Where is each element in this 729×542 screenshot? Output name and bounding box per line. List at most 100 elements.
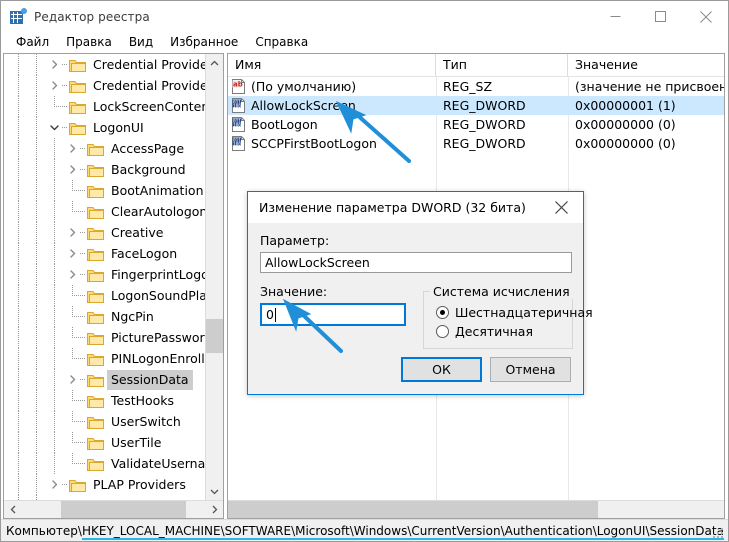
column-header-name[interactable]: Имя	[228, 54, 436, 76]
tree-node-picturepassword[interactable]: PicturePassword	[4, 327, 205, 348]
tree-node-background[interactable]: Background	[4, 159, 205, 180]
tree-node-label: Credential Providers	[89, 76, 205, 96]
menu-view[interactable]: Вид	[121, 33, 162, 52]
param-name-input[interactable]: AllowLockScreen	[260, 252, 572, 273]
folder-icon	[87, 331, 104, 345]
tree-node-clearautologon[interactable]: ClearAutologon	[4, 201, 205, 222]
tree-node-ngcpin[interactable]: NgcPin	[4, 306, 205, 327]
registry-tree-body: Credential Provider FiltCredential Provi…	[4, 54, 223, 500]
close-button[interactable]	[683, 1, 728, 32]
registry-tree-viewport[interactable]: Credential Provider FiltCredential Provi…	[4, 54, 205, 500]
menu-help[interactable]: Справка	[247, 33, 317, 52]
edit-dword-dialog: Изменение параметра DWORD (32 бита) Пара…	[247, 191, 584, 395]
tree-node-usertile[interactable]: UserTile	[4, 432, 205, 453]
values-hscroll-thumb[interactable]	[228, 501, 598, 518]
radio-decimal[interactable]: Десятичная	[424, 322, 572, 341]
folder-icon	[87, 142, 104, 156]
tree-node-sessiondata[interactable]: SessionData	[4, 369, 205, 390]
menu-bar: Файл Правка Вид Избранное Справка	[1, 32, 728, 53]
folder-icon	[69, 58, 86, 72]
binary-value-icon: 011100	[231, 136, 247, 152]
tree-node-connector	[64, 411, 80, 432]
tree-node-accesspage[interactable]: AccessPage	[4, 138, 205, 159]
folder-icon	[69, 121, 86, 135]
binary-value-icon: 011100	[231, 117, 247, 133]
tree-node-testhooks[interactable]: TestHooks	[4, 390, 205, 411]
minimize-button[interactable]	[593, 1, 638, 32]
table-row[interactable]: 011100SCCPFirstBootLogonREG_DWORD0x00000…	[228, 134, 724, 153]
tree-node-logonui[interactable]: LogonUI	[4, 117, 205, 138]
chevron-right-icon[interactable]	[46, 54, 62, 75]
tree-node-validateusername[interactable]: ValidateUsername	[4, 453, 205, 474]
column-header-value[interactable]: Значение	[568, 54, 724, 76]
folder-icon	[87, 436, 104, 450]
chevron-right-icon[interactable]	[64, 159, 80, 180]
menu-edit[interactable]: Правка	[58, 33, 121, 52]
svg-text:ab: ab	[233, 80, 243, 88]
value-name-text: (По умолчанию)	[251, 77, 356, 96]
column-header-type[interactable]: Тип	[436, 54, 568, 76]
tree-node-credential-providers[interactable]: Credential Providers	[4, 75, 205, 96]
tree-node-bootanimation[interactable]: BootAnimation	[4, 180, 205, 201]
value-data-text: 0	[266, 307, 274, 322]
scroll-right-icon[interactable]	[206, 501, 223, 518]
table-row[interactable]: 011100AllowLockScreenREG_DWORD0x00000001…	[228, 96, 724, 115]
dialog-title-bar: Изменение параметра DWORD (32 бита)	[248, 192, 583, 223]
ok-button[interactable]: ОК	[401, 357, 482, 382]
radio-decimal-icon[interactable]	[436, 325, 449, 338]
tree-horizontal-scrollbar[interactable]	[4, 500, 223, 518]
scroll-left-icon[interactable]	[4, 501, 21, 518]
table-row[interactable]: 011100BootLogonREG_DWORD0x00000000 (0)	[228, 115, 724, 134]
chevron-right-icon[interactable]	[64, 222, 80, 243]
chevron-down-icon[interactable]	[46, 117, 62, 138]
value-data-input[interactable]: 0	[260, 303, 406, 326]
scroll-up-icon[interactable]	[206, 54, 223, 71]
folder-icon	[69, 478, 86, 492]
tree-node-userswitch[interactable]: UserSwitch	[4, 411, 205, 432]
folder-icon	[87, 310, 104, 324]
value-label: Значение:	[260, 284, 410, 299]
radio-hexadecimal-icon[interactable]	[436, 306, 449, 319]
tree-vscroll-track[interactable]	[206, 71, 223, 483]
table-row[interactable]: ab(По умолчанию)REG_SZ(значение не присв…	[228, 77, 724, 96]
tree-node-label: Creative	[107, 223, 167, 243]
tree-node-logonsoundplayed[interactable]: LogonSoundPlayed	[4, 285, 205, 306]
tree-node-dash	[80, 243, 87, 264]
scroll-down-icon[interactable]	[206, 483, 223, 500]
folder-icon	[87, 184, 104, 198]
tree-node-dash	[80, 327, 87, 348]
tree-vscroll-thumb[interactable]	[206, 319, 223, 353]
value-data-cell: 0x00000000 (0)	[568, 115, 724, 134]
tree-hscroll-track[interactable]	[21, 501, 206, 518]
tree-node-connector	[64, 306, 80, 327]
tree-hscroll-thumb[interactable]	[61, 501, 186, 518]
chevron-right-icon[interactable]	[64, 264, 80, 285]
tree-node-credential-provider-filt[interactable]: Credential Provider Filt	[4, 54, 205, 75]
resize-grip-icon[interactable]	[713, 526, 725, 538]
tree-node-fingerprintlogon[interactable]: FingerprintLogon	[4, 264, 205, 285]
tree-node-dash	[80, 432, 87, 453]
radio-hexadecimal[interactable]: Шестнадцатеричная	[424, 303, 572, 322]
menu-favorites[interactable]: Избранное	[162, 33, 247, 52]
status-path-key: HKEY_LOCAL_MACHINE\SOFTWARE\Microsoft\Wi…	[82, 524, 724, 540]
tree-node-plap-providers[interactable]: PLAP Providers	[4, 474, 205, 495]
maximize-button[interactable]	[638, 1, 683, 32]
value-name-text: SCCPFirstBootLogon	[251, 134, 377, 153]
tree-node-label: SessionData	[107, 370, 193, 390]
tree-node-lockscreencontent[interactable]: LockScreenContent	[4, 96, 205, 117]
cancel-button[interactable]: Отмена	[490, 357, 571, 382]
tree-node-pinlogonenrollme[interactable]: PINLogonEnrollme	[4, 348, 205, 369]
tree-vertical-scrollbar[interactable]	[205, 54, 223, 500]
chevron-right-icon[interactable]	[46, 474, 62, 495]
chevron-right-icon[interactable]	[46, 75, 62, 96]
dialog-close-button[interactable]	[539, 192, 583, 222]
chevron-right-icon[interactable]	[64, 243, 80, 264]
values-column-header: Имя Тип Значение	[228, 54, 724, 77]
tree-node-dash	[80, 348, 87, 369]
chevron-right-icon[interactable]	[64, 369, 80, 390]
tree-node-creative[interactable]: Creative	[4, 222, 205, 243]
menu-file[interactable]: Файл	[8, 33, 58, 52]
tree-node-facelogon[interactable]: FaceLogon	[4, 243, 205, 264]
chevron-right-icon[interactable]	[64, 138, 80, 159]
values-horizontal-scrollbar[interactable]	[228, 500, 724, 518]
